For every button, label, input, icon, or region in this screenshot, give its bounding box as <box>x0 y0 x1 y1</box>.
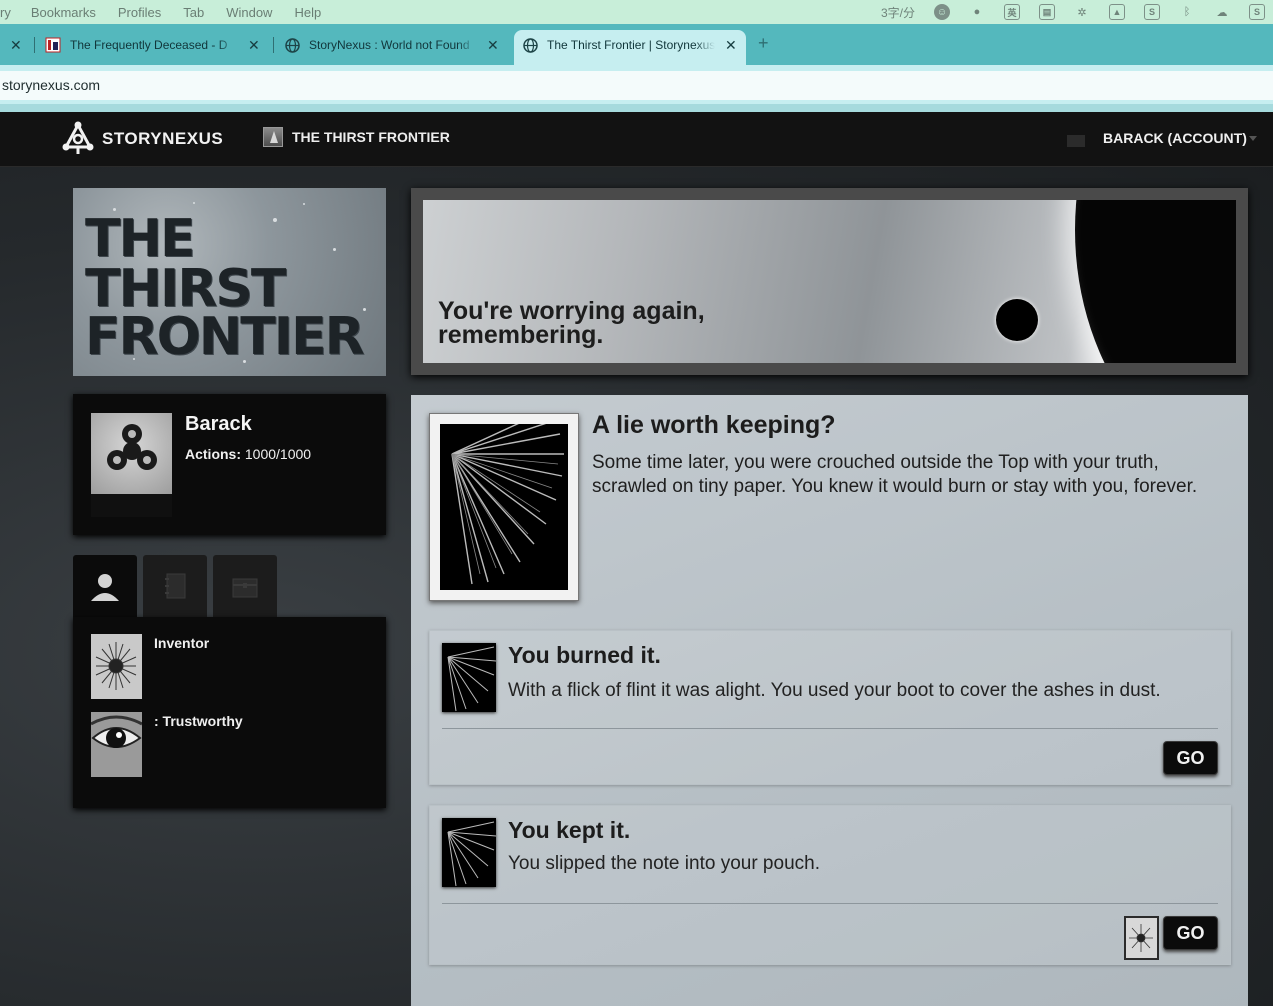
tab-title: StoryNexus : World not Found <box>309 38 470 52</box>
branch-burned: You burned it. With a flick of flint it … <box>429 630 1231 785</box>
script-icon[interactable]: S <box>1144 4 1160 20</box>
url-field[interactable]: storynexus.com <box>0 71 1273 100</box>
account-menu[interactable]: BARACK (ACCOUNT) <box>1103 130 1247 146</box>
chest-icon <box>232 578 258 598</box>
character-name: Barack <box>185 413 252 435</box>
globe-icon <box>522 37 538 53</box>
storylet-header-frame: You're worrying again, remembering. <box>411 188 1248 375</box>
branch-divider <box>442 728 1218 729</box>
game-link[interactable]: THE THIRST FRONTIER <box>263 127 450 147</box>
address-bar: storynexus.com <box>0 65 1273 106</box>
input-rate-indicator[interactable]: 3字/分 <box>881 4 915 20</box>
character-panel: Barack Actions: 1000/1000 <box>73 394 386 535</box>
brand-name: STORYNEXUS <box>102 129 224 148</box>
game-title: THE THIRST FRONTIER <box>292 129 450 145</box>
bluetooth-icon[interactable]: ᛒ <box>1179 4 1195 20</box>
menu-profiles[interactable]: Profiles <box>118 5 161 20</box>
drive-icon[interactable]: ▲ <box>1109 4 1125 20</box>
game-banner[interactable]: THE THIRST FRONTIER <box>73 188 386 376</box>
close-icon[interactable]: ✕ <box>248 37 260 54</box>
openai-icon[interactable]: ✲ <box>1074 4 1090 20</box>
smiley-icon[interactable]: ☺ <box>934 4 950 20</box>
microphone-icon[interactable]: ● <box>969 4 985 20</box>
person-icon <box>91 574 119 601</box>
close-icon[interactable]: ✕ <box>725 37 737 54</box>
storylet-header-title: You're worrying again, remembering. <box>438 297 705 349</box>
branch-kept: You kept it. You slipped the note into y… <box>429 805 1231 965</box>
dark-moon-icon <box>996 299 1038 341</box>
chevron-down-icon[interactable] <box>1249 136 1257 141</box>
qualities-panel: Inventor : Trustworthy <box>73 617 386 808</box>
banner-line-1: THE <box>85 209 196 269</box>
storylet-panel: A lie worth keeping? Some time later, yo… <box>411 395 1248 1006</box>
spiky-plant-icon <box>447 646 496 712</box>
storylet-header-image: You're worrying again, remembering. <box>423 200 1236 363</box>
actions-value: 1000/1000 <box>244 446 312 462</box>
toolbar-divider <box>0 104 1273 112</box>
site-favicon-icon <box>45 37 61 53</box>
new-tab-button[interactable]: + <box>758 33 769 54</box>
storynexus-page: STORYNEXUS THE THIRST FRONTIER BARACK (A… <box>0 112 1273 1006</box>
tab-world-not-found[interactable]: StoryNexus : World not Found ✕ <box>284 33 499 57</box>
storylet-title: A lie worth keeping? <box>592 411 836 439</box>
menu-app[interactable]: ry <box>0 5 11 20</box>
avatar[interactable] <box>91 413 172 517</box>
ime-icon[interactable]: 英 <box>1004 4 1020 20</box>
storylet-description: Some time later, you were crouched outsi… <box>592 452 1198 497</box>
requirement-sigil-icon[interactable] <box>1124 916 1159 960</box>
branch-title: You kept it. <box>508 817 631 843</box>
globe-icon <box>284 37 300 53</box>
eye-icon[interactable] <box>91 712 142 777</box>
nexus-logo-icon <box>62 121 94 154</box>
star-sigil-icon[interactable] <box>91 634 142 699</box>
branch-description: With a flick of flint it was alight. You… <box>508 680 1161 701</box>
tab-close-previous[interactable]: ✕ <box>10 33 22 57</box>
system-menubar: ry Bookmarks Profiles Tab Window Help 3字… <box>0 0 1273 24</box>
menu-help[interactable]: Help <box>294 5 321 20</box>
status-icons: 3字/分 ☺ ● 英 ▤ ✲ ▲ S ᛒ ☁ S <box>881 0 1265 24</box>
branch-image <box>442 818 496 887</box>
spiky-plant-icon <box>451 424 564 585</box>
tri-wheel-icon <box>107 424 157 470</box>
tab-title: The Frequently Deceased - D <box>70 38 228 52</box>
tab-separator <box>273 37 274 53</box>
tab-frequently-deceased[interactable]: The Frequently Deceased - D ✕ <box>45 33 260 57</box>
storylet-image <box>429 413 579 601</box>
branch-divider <box>442 903 1218 904</box>
tab-title: The Thirst Frontier | Storynexus <box>547 38 715 52</box>
tab-separator <box>34 37 35 53</box>
site-header: STORYNEXUS THE THIRST FRONTIER BARACK (A… <box>0 112 1273 167</box>
spiky-plant-icon <box>447 821 496 887</box>
actions-counter: Actions: 1000/1000 <box>185 446 311 462</box>
go-button[interactable]: GO <box>1163 741 1218 775</box>
menu-window[interactable]: Window <box>226 5 272 20</box>
wechat-icon[interactable]: ☁ <box>1214 4 1230 20</box>
menu-bookmarks[interactable]: Bookmarks <box>31 5 96 20</box>
close-icon[interactable]: ✕ <box>487 37 499 54</box>
branch-description: You slipped the note into your pouch. <box>508 853 820 874</box>
tab-myself[interactable] <box>73 555 137 617</box>
game-thumbnail-icon <box>263 127 283 147</box>
menu-tab[interactable]: Tab <box>183 5 204 20</box>
go-button[interactable]: GO <box>1163 916 1218 950</box>
mail-icon[interactable] <box>1067 135 1085 147</box>
branch-title: You burned it. <box>508 642 661 668</box>
tab-thirst-frontier[interactable]: The Thirst Frontier | Storynexus ✕ <box>522 33 737 57</box>
close-icon[interactable]: ✕ <box>10 37 22 54</box>
browser-tab-strip: ✕ The Frequently Deceased - D ✕ StoryNex… <box>0 24 1273 65</box>
app-s-icon[interactable]: S <box>1249 4 1265 20</box>
branch-image <box>442 643 496 712</box>
window-switcher-icon[interactable]: ▤ <box>1039 4 1055 20</box>
notebook-icon <box>165 573 186 599</box>
banner-line-3: FRONTIER <box>85 307 365 367</box>
quality-name: : Trustworthy <box>154 713 243 729</box>
actions-label: Actions: <box>185 446 241 462</box>
storynexus-logo[interactable]: STORYNEXUS <box>60 121 223 157</box>
tab-inventory[interactable] <box>213 555 277 617</box>
quality-name: Inventor <box>154 635 210 651</box>
tab-notebook[interactable] <box>143 555 207 617</box>
